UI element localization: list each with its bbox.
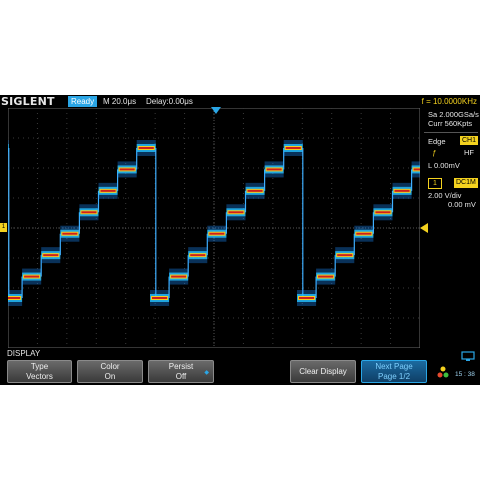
trace-core bbox=[337, 254, 353, 257]
menu-title: DISPLAY bbox=[7, 349, 41, 358]
top-status-bar: SIGLENT Ready M 20.0μs Delay:0.00μs f = … bbox=[0, 95, 480, 108]
channel-number[interactable]: 1 bbox=[428, 178, 442, 189]
trace-core bbox=[266, 168, 282, 171]
type-value: Vectors bbox=[26, 372, 53, 381]
trigger-position-marker[interactable] bbox=[211, 107, 221, 114]
trace-core bbox=[24, 275, 40, 278]
delay-readout[interactable]: Delay:0.00μs bbox=[146, 96, 193, 107]
trace-core bbox=[171, 275, 187, 278]
type-softkey[interactable]: Type Vectors bbox=[7, 360, 72, 383]
next-page-softkey[interactable]: Next Page Page 1/2 bbox=[361, 360, 427, 383]
channel-coupling-badge[interactable]: DC1M bbox=[454, 178, 478, 188]
trace-core bbox=[285, 147, 301, 149]
trace-core bbox=[209, 232, 225, 235]
persist-softkey[interactable]: Persist Off ◆ bbox=[148, 360, 214, 383]
trace-core bbox=[152, 297, 168, 299]
trace-core bbox=[81, 211, 97, 214]
trigger-coupling: HF bbox=[464, 148, 474, 157]
volts-per-div: 2.00 V/div bbox=[428, 191, 462, 200]
trigger-source-badge: CH1 bbox=[460, 136, 479, 145]
color-softkey[interactable]: Color On bbox=[77, 360, 143, 383]
channel-offset: 0.00 mV bbox=[448, 200, 476, 209]
timebase-readout[interactable]: M 20.0μs bbox=[103, 96, 136, 107]
next-page-label: Next Page bbox=[375, 362, 413, 371]
persist-adjust-icon: ◆ bbox=[204, 370, 209, 376]
trace-core bbox=[356, 232, 372, 235]
channel-1-ground-marker[interactable]: 1 bbox=[0, 223, 7, 232]
trace-core bbox=[8, 297, 21, 299]
trace-core bbox=[247, 189, 263, 192]
clock: 15 : 38 bbox=[455, 371, 475, 378]
waveform-grid bbox=[8, 108, 420, 348]
trace-core bbox=[138, 147, 154, 149]
trigger-type: Edge bbox=[428, 137, 446, 146]
frequency-readout: f = 10.0000KHz bbox=[421, 97, 477, 106]
memory-depth: Curr 560Kpts bbox=[428, 119, 473, 128]
trace-core bbox=[190, 254, 206, 257]
color-value: On bbox=[104, 372, 116, 381]
sample-rate: Sa 2.000GSa/s bbox=[428, 110, 479, 119]
usb-icon bbox=[437, 366, 449, 378]
side-info-panel: Sa 2.000GSa/s Curr 560Kpts Edge CH1 ƒ HF… bbox=[422, 108, 480, 348]
clear-display-softkey[interactable]: Clear Display bbox=[290, 360, 356, 383]
acquisition-status[interactable]: Ready bbox=[68, 96, 98, 107]
trace-core bbox=[100, 189, 116, 192]
trace-core bbox=[228, 211, 244, 214]
trace-core bbox=[375, 211, 391, 214]
trace-core bbox=[318, 275, 334, 278]
softkey-menu: DISPLAY Type Vectors Color On Persist Of… bbox=[0, 348, 480, 385]
trace-core bbox=[299, 297, 315, 299]
brand-logo: SIGLENT bbox=[1, 95, 55, 108]
trace-core bbox=[43, 254, 59, 257]
network-icon bbox=[461, 351, 475, 361]
type-label: Type bbox=[30, 362, 49, 371]
page-indicator: Page 1/2 bbox=[377, 372, 411, 381]
clear-display-label: Clear Display bbox=[299, 367, 347, 376]
oscilloscope-screen: SIGLENT Ready M 20.0μs Delay:0.00μs f = … bbox=[0, 95, 480, 385]
trigger-settings[interactable]: Edge CH1 ƒ HF L 0.00mV bbox=[424, 132, 479, 179]
trace-core bbox=[394, 189, 410, 192]
rising-edge-icon: ƒ bbox=[432, 148, 437, 157]
color-label: Color bbox=[100, 362, 120, 371]
trigger-level: L 0.00mV bbox=[428, 161, 460, 170]
trace-core bbox=[413, 168, 420, 171]
trace-core bbox=[62, 232, 78, 235]
trace-core bbox=[119, 168, 135, 171]
